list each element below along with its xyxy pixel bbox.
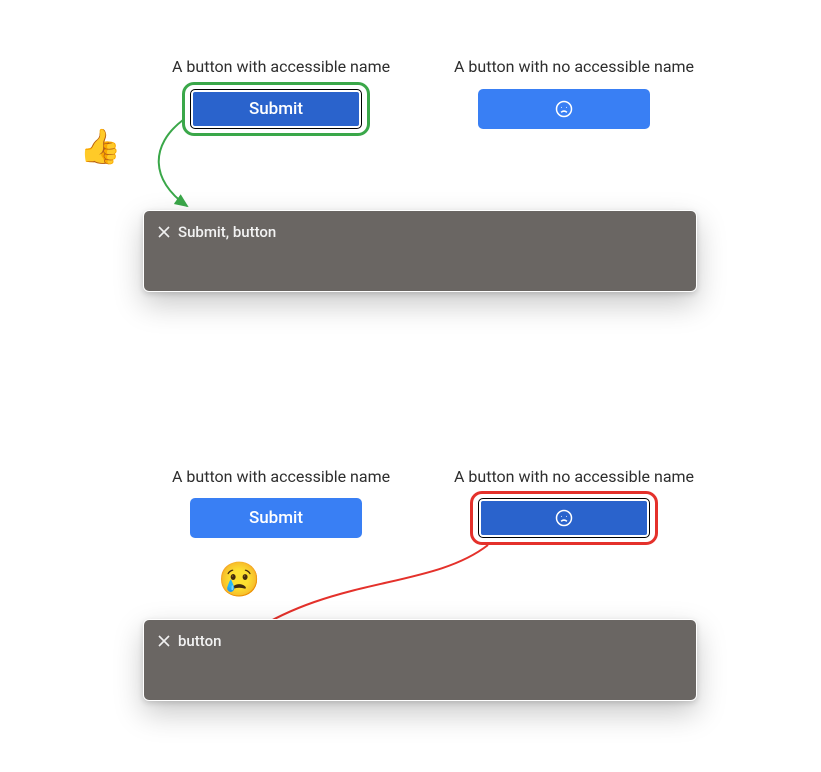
close-icon[interactable]	[158, 635, 172, 649]
screen-reader-output-bottom: button	[143, 619, 697, 701]
diagram-root: A button with accessible name A button w…	[0, 0, 821, 772]
screen-reader-text-bottom: button	[178, 632, 221, 650]
